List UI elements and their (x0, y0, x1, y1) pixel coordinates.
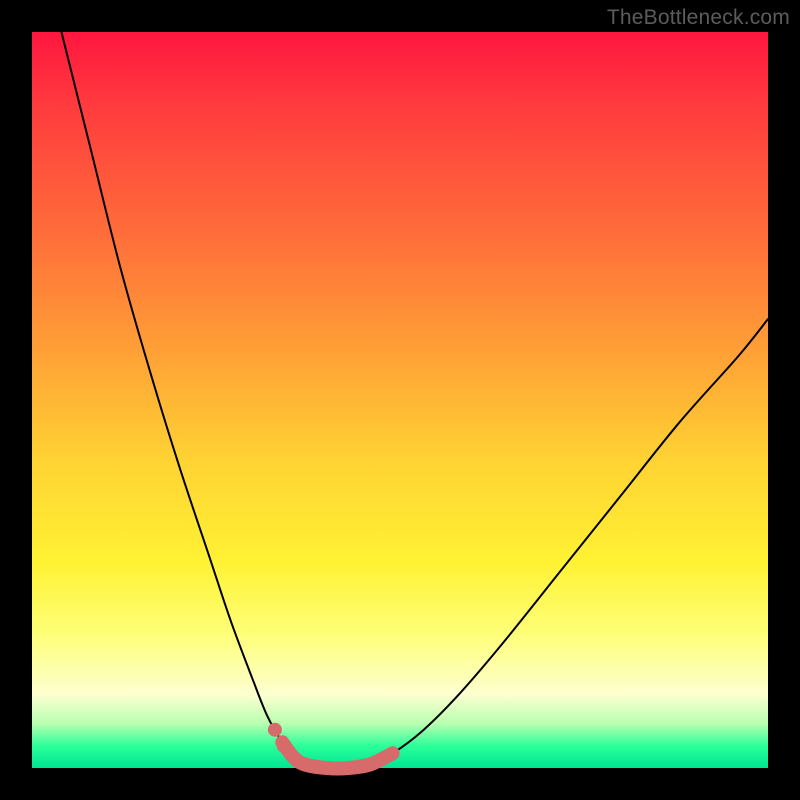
chart-frame: TheBottleneck.com (0, 0, 800, 800)
right-curve (371, 319, 768, 764)
optimal-zone-dot (277, 739, 291, 753)
optimal-zone-dot (268, 723, 282, 737)
plot-area (32, 32, 768, 768)
watermark-text: TheBottleneck.com (607, 6, 790, 30)
curve-layer (32, 32, 768, 768)
optimal-zone-highlight (282, 742, 392, 768)
left-curve (61, 32, 304, 764)
